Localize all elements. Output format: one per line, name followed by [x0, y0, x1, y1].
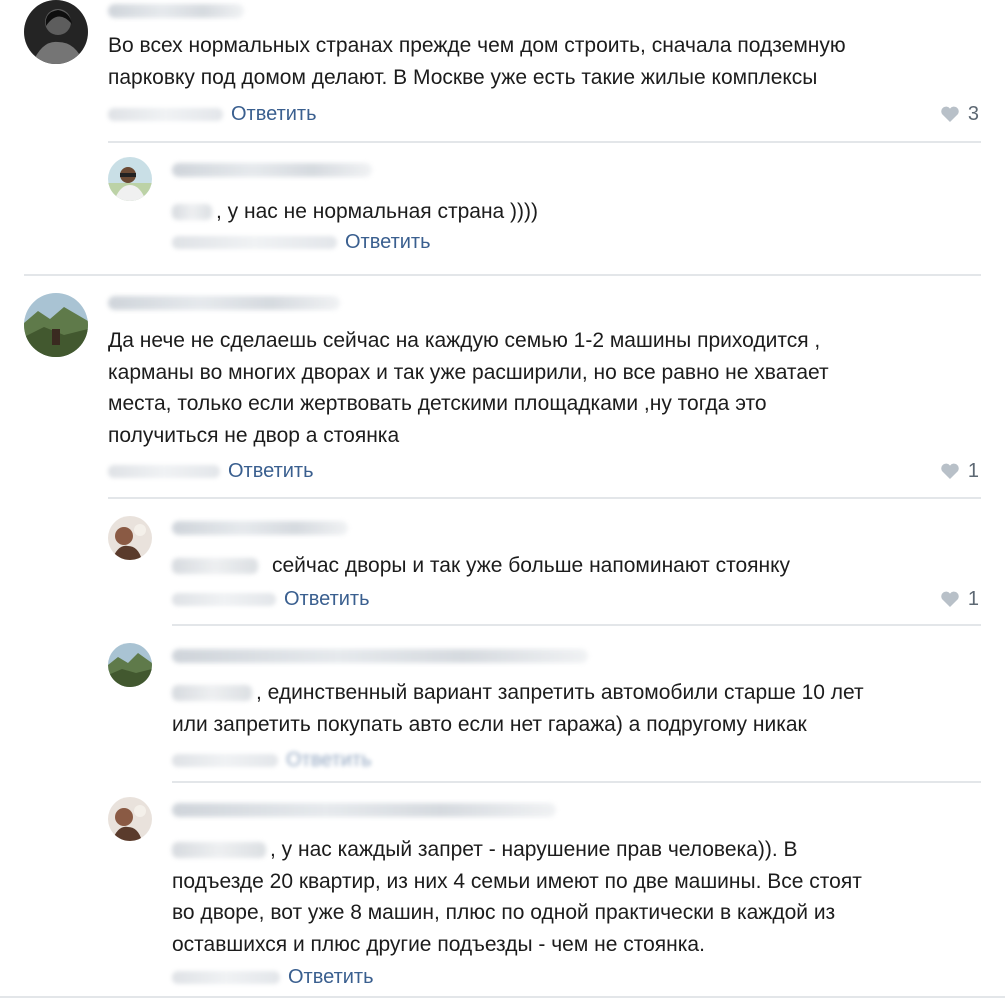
- comment-date: [172, 754, 278, 768]
- text-line: оставшихся и плюс другие подъезды - чем …: [172, 932, 705, 956]
- text-line: получиться не двор а стоянка: [108, 423, 400, 447]
- reply-button[interactable]: Ответить: [345, 231, 431, 253]
- divider: [0, 996, 1005, 998]
- comment-text: Во всех нормальных странах прежде чем до…: [108, 30, 846, 93]
- comment-meta: Ответить: [172, 587, 370, 611]
- divider: [172, 781, 981, 783]
- reply-button[interactable]: Ответить: [231, 103, 317, 125]
- comment-date: [108, 465, 220, 479]
- like-count: 1: [967, 460, 979, 482]
- author-name[interactable]: [172, 521, 348, 535]
- comment-meta: Ответить: [172, 965, 374, 989]
- heart-icon: [941, 591, 959, 607]
- text-line: подъезде 20 квартир, из них 4 семьи имею…: [172, 869, 862, 893]
- comment-meta: Ответить: [172, 748, 372, 772]
- avatar[interactable]: [108, 797, 152, 841]
- comment-date: [172, 593, 276, 607]
- comment-text: сейчас дворы и так уже больше напоминают…: [172, 550, 790, 582]
- author-name[interactable]: [108, 4, 244, 18]
- avatar[interactable]: [108, 643, 152, 687]
- text-line: Во всех нормальных странах прежде чем до…: [108, 34, 846, 57]
- avatar[interactable]: [108, 157, 152, 201]
- comment-text: , у нас не нормальная страна )))): [172, 196, 538, 228]
- text-line: карманы во многих дворах и так уже расши…: [108, 360, 829, 384]
- reply-to-name: [172, 842, 266, 859]
- divider: [108, 497, 981, 499]
- comment-date: [172, 236, 337, 250]
- author-name[interactable]: [172, 649, 588, 663]
- reply-button[interactable]: Ответить: [228, 460, 314, 482]
- divider: [172, 624, 981, 626]
- avatar[interactable]: [24, 0, 88, 64]
- reply-to-name: [172, 685, 252, 702]
- avatar[interactable]: [108, 516, 152, 560]
- divider: [108, 141, 981, 143]
- comment-meta: Ответить: [108, 459, 314, 483]
- reply-button[interactable]: Ответить: [284, 588, 370, 610]
- author-name[interactable]: [172, 163, 372, 177]
- reply-to-name: [172, 204, 212, 221]
- text-line: места, только если жертвовать детскими п…: [108, 392, 767, 415]
- reply-button[interactable]: Ответить: [288, 966, 374, 988]
- comment-date: [108, 108, 223, 122]
- like-button[interactable]: 3: [940, 102, 979, 126]
- like-button[interactable]: 1: [940, 459, 979, 483]
- author-name[interactable]: [172, 803, 556, 817]
- comment-date: [172, 971, 280, 985]
- heart-icon: [941, 463, 959, 479]
- text-line: , единственный вариант запретить автомоб…: [172, 677, 864, 709]
- text-line: Да нече не сделаешь сейчас на каждую сем…: [108, 329, 821, 352]
- text-line: , у нас каждый запрет - нарушение прав ч…: [172, 834, 862, 866]
- divider: [24, 274, 981, 276]
- comment-meta: Ответить: [108, 102, 317, 126]
- like-count: 3: [967, 103, 979, 125]
- like-button[interactable]: 1: [940, 587, 979, 611]
- comment-text: , у нас каждый запрет - нарушение прав ч…: [172, 834, 862, 960]
- text-line: сейчас дворы и так уже больше напоминают…: [172, 550, 790, 582]
- avatar[interactable]: [24, 293, 88, 357]
- comment-text: Да нече не сделаешь сейчас на каждую сем…: [108, 325, 829, 451]
- author-name[interactable]: [108, 296, 340, 310]
- reply-to-name: [172, 558, 258, 575]
- comment-text: , единственный вариант запретить автомоб…: [172, 677, 864, 740]
- text-line: парковку под домом делают. В Москве уже …: [108, 65, 818, 89]
- reply-button[interactable]: Ответить: [286, 749, 372, 771]
- text-line: , у нас не нормальная страна )))): [172, 196, 538, 228]
- text-line: или запретить покупать авто если нет гар…: [172, 712, 807, 736]
- text-line: во дворе, вот уже 8 машин, плюс по одной…: [172, 901, 836, 924]
- comment-meta: Ответить: [172, 230, 431, 254]
- like-count: 1: [967, 588, 979, 610]
- heart-icon: [941, 106, 959, 122]
